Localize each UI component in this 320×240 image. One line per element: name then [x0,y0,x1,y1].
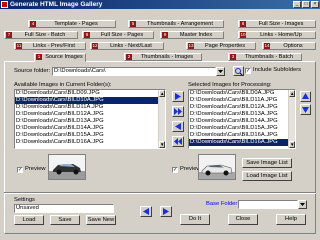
window-title-bar: Generate HTML Image Gallery [0,0,320,9]
available-images-label: Available Images in Current Folder(s): [14,82,112,88]
next-page-button[interactable] [160,206,172,217]
available-image-item[interactable]: D:\Downloads\Cars\BILD16A.JPG [15,139,165,146]
selected-image-item[interactable]: D:\Downloads\Cars\BILD16A.JPG [189,139,295,146]
settings-label: Settings [14,197,35,203]
tab-source-images[interactable]: 1 Source Images [34,53,86,62]
available-image-item[interactable]: D:\Downloads\Cars\BILD09.JPG [15,90,165,97]
selected-image-item[interactable]: D:\Downloads\Cars\BILD11A.JPG [189,97,295,104]
move-down-button[interactable] [300,104,311,115]
source-folder-label: Source folder: [14,68,51,74]
add-all-button[interactable] [172,106,184,117]
preview-right-thumbnail [198,154,236,180]
car-preview-image [199,155,235,179]
close-window-button[interactable]: × [311,1,319,8]
arrow-up-icon [302,93,309,99]
arrow-right-icon [175,93,181,100]
window-title: Generate HTML Image Gallery [10,1,103,8]
include-subfolders-label: Include Subfolders [253,67,302,73]
available-image-item[interactable]: D:\Downloads\Cars\BILD11A.JPG [15,104,165,111]
search-icon [235,68,243,76]
divider [4,192,316,194]
available-image-item[interactable]: D:\Downloads\Cars\BILD15A.JPG [15,132,165,139]
close-button[interactable]: Close [228,214,258,225]
tab-full-size-batch[interactable]: 7 Full Size - Batch [4,31,78,39]
selected-image-item[interactable]: D:\Downloads\Cars\BILD13A.JPG [189,111,295,118]
selected-images-label: Selected Images for Processing: [188,82,272,88]
tab-thumbnails-images[interactable]: 2 Thumbnails - Images [124,53,202,61]
available-image-item[interactable]: D:\Downloads\Cars\BILD14A.JPG [15,125,165,132]
minimize-button[interactable]: _ [293,1,301,8]
available-list-scrollbar[interactable]: ▲ ▼ [158,90,165,148]
car-preview-image [49,155,85,179]
chevron-down-icon [218,70,223,73]
save-settings-button[interactable]: Save [50,215,80,225]
selected-image-item[interactable]: D:\Downloads\Cars\BILD14A.JPG [189,118,295,125]
load-settings-button[interactable]: Load [14,215,44,225]
selected-list-scrollbar[interactable]: ▲ ▼ [288,90,295,148]
tab-page-properties[interactable]: 13 Page Properties [186,42,256,50]
include-subfolders-checkbox[interactable]: ✓ [245,68,251,74]
arrow-right-icon [163,208,169,215]
available-image-item[interactable]: D:\Downloads\Cars\BILD13A.JPG [15,118,165,125]
tab-links-prev-first[interactable]: 11 Links - Prev/First [14,42,86,50]
remove-selected-button[interactable] [172,121,184,132]
scroll-up-icon[interactable]: ▲ [159,90,165,97]
preview-left-checkbox[interactable]: ✓ [17,167,23,173]
tab-full-size-pages[interactable]: 8 Full Size - Pages [82,31,154,39]
selected-image-item[interactable]: D:\Downloads\Cars\BILD16A.JPG [189,132,295,139]
arrow-down-icon [302,107,309,113]
selected-image-item[interactable]: D:\Downloads\Cars\BILD15A.JPG [189,125,295,132]
do-it-button[interactable]: Do It [180,214,210,225]
base-folder-label[interactable]: Base Folder [206,201,237,208]
app-icon [1,1,8,8]
double-arrow-right-icon [174,108,182,115]
base-folder-field[interactable] [238,200,298,209]
tab-master-index[interactable]: 9 Master Index [160,31,224,39]
add-selected-button[interactable] [172,91,184,102]
source-folder-dropdown[interactable] [216,67,225,76]
preview-left-thumbnail [48,154,86,180]
source-folder-field[interactable]: D:\Downloads\Cars\ [52,67,216,76]
arrow-left-icon [143,208,149,215]
tab-options[interactable]: 14 Options [262,42,316,50]
help-button[interactable]: Help [276,214,306,225]
save-image-list-button[interactable]: Save Image List [242,158,292,168]
scroll-down-icon[interactable]: ▼ [159,141,165,148]
tab-thumbnails-arrangement[interactable]: 5 Thumbnails - Arrangement [128,20,224,28]
selected-image-item[interactable]: D:\Downloads\Cars\BILD0A.JPG [189,90,295,97]
scroll-up-icon[interactable]: ▲ [289,90,295,97]
tab-thumbnails-batch[interactable]: 3 Thumbnails - Batch [228,53,302,61]
settings-field[interactable]: Unsaved [14,204,114,213]
previous-page-button[interactable] [140,206,152,217]
preview-right-checkbox[interactable]: ✓ [172,167,178,173]
remove-all-button[interactable] [172,136,184,147]
chevron-down-icon [300,203,305,206]
preview-left-label: Preview [25,166,46,172]
available-image-item[interactable]: D:\Downloads\Cars\BILD12A.JPG [15,111,165,118]
scroll-down-icon[interactable]: ▼ [289,141,295,148]
available-image-item[interactable]: D:\Downloads\Cars\BILD10A.JPG [15,97,165,104]
selected-images-list[interactable]: D:\Downloads\Cars\BILD0A.JPG D:\Downloads… [188,89,296,149]
tab-links-next-last[interactable]: 12 Links - Next/Last [90,42,164,50]
tab-template-pages[interactable]: 4 Template - Pages [28,20,116,28]
double-arrow-left-icon [174,138,182,145]
move-up-button[interactable] [300,91,311,102]
tab-full-size-images[interactable]: 6 Full Size - Images [238,20,316,28]
selected-image-item[interactable]: D:\Downloads\Cars\BILD12A.JPG [189,104,295,111]
tab-links-home-up[interactable]: 10 Links - Home/Up [238,31,316,39]
save-new-settings-button[interactable]: Save New [86,215,116,225]
maximize-button[interactable]: □ [302,1,310,8]
arrow-left-icon [175,123,181,130]
available-images-list[interactable]: D:\Downloads\Cars\BILD09.JPG D:\Downloads… [14,89,166,149]
load-image-list-button[interactable]: Load Image List [242,171,292,181]
browse-folder-button[interactable] [233,66,244,76]
base-folder-dropdown[interactable] [298,200,307,209]
